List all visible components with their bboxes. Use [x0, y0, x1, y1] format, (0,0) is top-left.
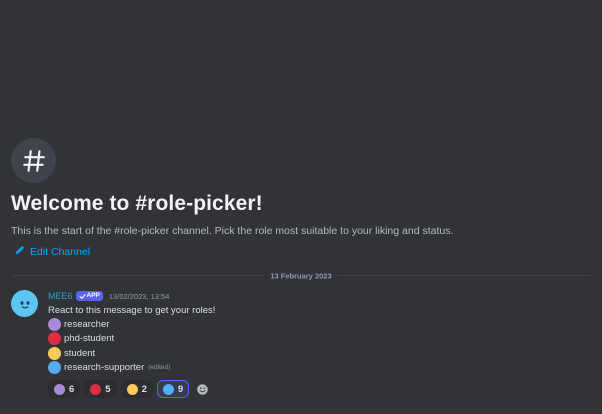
message-text: React to this message to get your roles!	[48, 305, 216, 316]
channel-welcome: Welcome to #role-picker! This is the sta…	[11, 138, 591, 258]
edit-channel-button[interactable]: Edit Channel	[15, 245, 90, 258]
purple-circle-emoji	[48, 317, 61, 331]
yellow-circle-emoji	[48, 346, 61, 360]
reaction-purple-circle[interactable]: 6	[48, 380, 81, 398]
purple-circle-emoji	[54, 383, 65, 395]
message-header: MEE6 APP 13/02/2023, 13:54	[48, 290, 588, 302]
reaction-blue-circle[interactable]: 9	[156, 380, 190, 398]
app-badge: APP	[75, 291, 103, 301]
blue-circle-emoji	[162, 383, 174, 395]
role-line-student: student	[48, 346, 588, 361]
timestamp[interactable]: 13/02/2023, 13:54	[109, 292, 169, 301]
message-body: MEE6 APP 13/02/2023, 13:54 React to this…	[48, 290, 588, 398]
red-circle-emoji	[90, 383, 102, 395]
reactions-bar: 6 5 2 9	[48, 380, 588, 398]
reaction-count: 5	[105, 383, 111, 395]
role-name: phd-student	[64, 333, 115, 345]
mee6-face-icon	[20, 300, 29, 308]
role-line-phd-student: phd-student	[48, 332, 588, 347]
role-line-research-supporter: research-supporter (edited)	[48, 361, 588, 376]
pencil-icon	[15, 245, 25, 258]
check-icon	[79, 293, 86, 299]
author-name[interactable]: MEE6	[48, 291, 73, 301]
reaction-count: 9	[177, 383, 184, 395]
smiley-icon	[196, 383, 208, 395]
red-circle-emoji	[48, 332, 61, 346]
yellow-circle-emoji	[126, 383, 138, 395]
welcome-description: This is the start of the #role-picker ch…	[11, 225, 454, 237]
app-badge-label: APP	[86, 292, 100, 299]
blue-circle-emoji	[48, 361, 61, 375]
date-divider: 13 February 2023	[11, 271, 591, 281]
channel-hash-icon	[11, 138, 56, 183]
edit-channel-label: Edit Channel	[30, 245, 91, 258]
date-divider-label: 13 February 2023	[264, 271, 338, 281]
role-name: research-supporter	[64, 362, 145, 374]
reaction-red-circle[interactable]: 5	[84, 380, 117, 398]
add-reaction-button[interactable]	[193, 380, 211, 398]
reaction-count: 2	[141, 383, 147, 395]
welcome-title: Welcome to #role-picker!	[11, 192, 263, 215]
role-name: student	[64, 347, 96, 359]
edited-marker: (edited)	[148, 364, 171, 372]
role-name: researcher	[64, 318, 110, 330]
reaction-count: 6	[69, 383, 75, 395]
avatar[interactable]	[11, 290, 38, 317]
reaction-yellow-circle[interactable]: 2	[120, 380, 153, 398]
role-line-researcher: researcher	[48, 317, 588, 332]
